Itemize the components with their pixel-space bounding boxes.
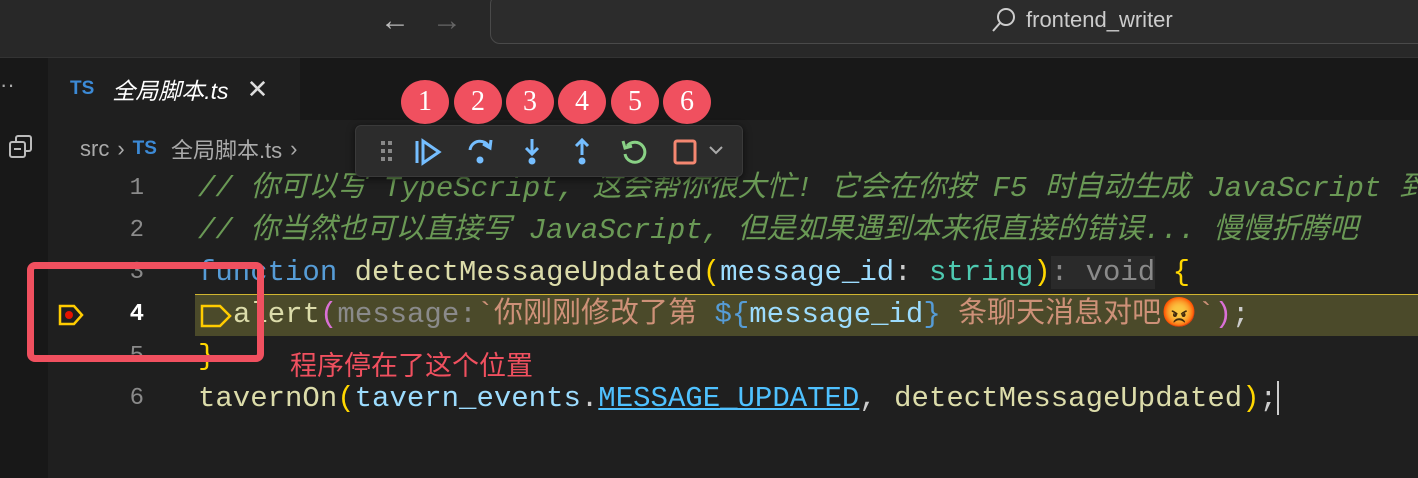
breadcrumb-file[interactable]: 全局脚本.ts xyxy=(171,133,282,165)
restart-icon[interactable] xyxy=(620,138,648,166)
line-number: 1 xyxy=(129,175,144,202)
drag-handle-icon[interactable] xyxy=(380,138,394,164)
code-line-2[interactable]: 2 // 你当然也可以直接写 JavaScript, 但是如果遇到本来很直接的错误… xyxy=(0,210,1418,252)
collapse-all-icon[interactable] xyxy=(8,134,34,160)
debug-toolbar xyxy=(355,125,743,177)
paren: ( xyxy=(702,256,721,289)
search-text: frontend_writer xyxy=(1026,7,1173,32)
semicolon: ; xyxy=(1232,298,1250,331)
paren: ) xyxy=(1033,256,1051,289)
badge-3: 3 xyxy=(506,80,554,124)
badge-5: 5 xyxy=(611,80,659,124)
more-icon[interactable]: ·· xyxy=(0,72,15,98)
function-name: tavernOn xyxy=(198,382,338,415)
badge-6: 6 xyxy=(663,80,711,124)
text-cursor xyxy=(1277,381,1280,416)
comma: , xyxy=(859,382,895,415)
paren: ( xyxy=(320,298,338,331)
string: `你刚刚修改了第 xyxy=(476,298,715,331)
colon: : xyxy=(894,256,929,289)
annotation-highlight-box xyxy=(27,262,264,362)
dot: . xyxy=(580,382,599,415)
badge-4: 4 xyxy=(558,80,606,124)
step-into-icon[interactable] xyxy=(518,138,546,166)
title-bar: ← → frontend_writer xyxy=(0,0,1418,58)
code-line-6[interactable]: 6 tavernOn(tavern_events.MESSAGE_UPDATED,… xyxy=(0,378,1418,420)
paren: ( xyxy=(337,382,355,415)
continue-icon[interactable] xyxy=(414,138,442,166)
paren: ) xyxy=(1214,298,1233,331)
object: tavern_events xyxy=(354,382,581,415)
badge-2: 2 xyxy=(454,80,502,124)
inlay-hint: : void xyxy=(1050,256,1156,289)
stop-icon[interactable] xyxy=(672,138,698,166)
breadcrumb: src › TS 全局脚本.ts › xyxy=(80,133,298,165)
argument: detectMessageUpdated xyxy=(894,382,1243,415)
paren: ) xyxy=(1242,382,1260,415)
step-out-icon[interactable] xyxy=(568,138,596,166)
forward-button[interactable]: → xyxy=(432,4,462,38)
template-close: } xyxy=(923,298,941,331)
param: message_id xyxy=(720,256,895,289)
badge-1: 1 xyxy=(401,80,449,124)
annotation-text: 程序停在了这个位置 xyxy=(290,351,533,381)
tab-label: 全局脚本.ts xyxy=(112,78,229,104)
chevron-down-icon[interactable] xyxy=(708,144,724,156)
semicolon: ; xyxy=(1259,382,1278,415)
line-number: 6 xyxy=(129,385,144,412)
search-icon xyxy=(992,8,1015,32)
line-number: 2 xyxy=(129,217,144,244)
chevron-right-icon: › xyxy=(117,136,125,161)
brace: { xyxy=(1155,256,1191,289)
template-open: ${ xyxy=(714,298,750,331)
variable: message_id xyxy=(749,298,924,331)
chevron-right-icon: › xyxy=(290,136,298,161)
typescript-icon: TS xyxy=(132,138,157,159)
comment: // 你当然也可以直接写 JavaScript, 但是如果遇到本来很直接的错误.… xyxy=(198,214,1359,247)
type: string xyxy=(928,256,1034,289)
command-center-search[interactable] xyxy=(490,0,1418,44)
typescript-icon: TS xyxy=(70,78,95,99)
function-name: detectMessageUpdated xyxy=(354,256,703,289)
close-tab-button[interactable]: ✕ xyxy=(247,74,269,105)
tab-bar: TS 全局脚本.ts ✕ xyxy=(48,58,1418,120)
string: 条聊天消息对吧😡` xyxy=(940,298,1215,331)
breadcrumb-src[interactable]: src xyxy=(80,136,109,162)
inlay-hint: message: xyxy=(337,298,477,331)
tab-global-script[interactable]: TS 全局脚本.ts ✕ xyxy=(48,58,300,120)
constant: MESSAGE_UPDATED xyxy=(598,382,860,415)
step-over-icon[interactable] xyxy=(466,138,494,166)
back-button[interactable]: ← xyxy=(380,4,410,38)
